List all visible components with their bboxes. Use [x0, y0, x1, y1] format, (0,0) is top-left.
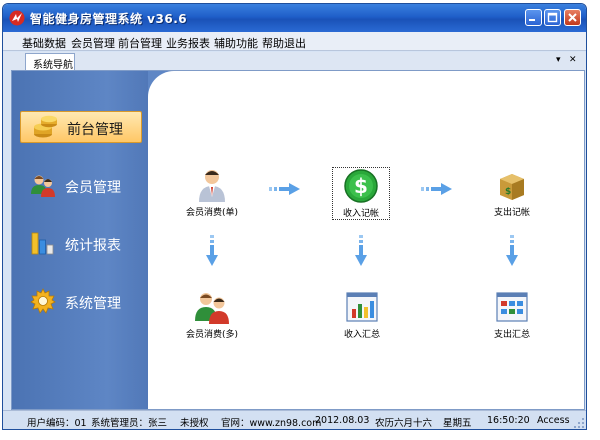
menu-member-management[interactable]: 会员管理: [71, 35, 115, 51]
tab-close-icon[interactable]: ✕: [569, 55, 577, 65]
node-label: 会员消费(单): [185, 208, 239, 218]
menu-basic-data[interactable]: 基础数据: [22, 35, 66, 51]
node-label: 会员消费(多): [185, 330, 239, 340]
sidebar-item-label: 系统管理: [65, 296, 121, 312]
minimize-icon: [529, 19, 535, 21]
menu-front-desk[interactable]: 前台管理: [118, 35, 162, 51]
sidebar-item-label: 会员管理: [65, 180, 121, 196]
svg-text:$: $: [505, 187, 511, 197]
members-icon: [31, 175, 55, 197]
status-admin: 系统管理员：张三: [91, 418, 168, 429]
menu-auxiliary[interactable]: 辅助功能: [214, 35, 258, 51]
node-label: 收入记帐: [333, 206, 389, 219]
node-member-consume-multi[interactable]: 会员消费(多): [172, 289, 252, 340]
flow-arrow-right: [421, 183, 452, 195]
status-website: 官网：www.zn98.com: [221, 418, 322, 429]
sidebar-item-label: 统计报表: [65, 238, 121, 254]
maximize-button[interactable]: [544, 9, 561, 26]
gear-icon: [30, 288, 56, 314]
window-title: 智能健身房管理系统 v36.6: [30, 12, 188, 26]
flow-arrow-right: [269, 183, 300, 195]
node-label: 支出记帐: [493, 208, 530, 218]
sidebar-item-front-desk[interactable]: 前台管理: [20, 111, 142, 143]
app-window: 智能健身房管理系统 v36.6 基础数据 会员管理 前台管理 业务报表 辅助功能…: [2, 3, 587, 430]
status-user-code: 用户编码：01: [27, 418, 87, 429]
status-time: 16:50:20: [487, 415, 530, 426]
dollar-coin-icon: $: [344, 169, 378, 203]
title-bar[interactable]: 智能健身房管理系统 v36.6: [3, 4, 586, 32]
close-icon: [568, 13, 577, 22]
node-income-summary[interactable]: 收入汇总: [322, 289, 402, 340]
menu-business-reports[interactable]: 业务报表: [166, 35, 210, 51]
status-database: Access: [537, 415, 570, 426]
flow-arrow-down: [206, 235, 218, 266]
node-income-bookkeeping[interactable]: $ 收入记帐: [332, 167, 390, 220]
single-member-icon: [199, 170, 225, 202]
status-date: 2012.08.03: [315, 415, 370, 426]
menu-help-exit[interactable]: 帮助退出: [262, 35, 306, 51]
tab-dropdown-icon[interactable]: ▾: [556, 55, 561, 65]
status-weekday: 星期五: [443, 418, 472, 429]
sidebar-item-statistics[interactable]: 统计报表: [12, 225, 148, 261]
coins-icon: [34, 115, 57, 138]
income-chart-icon: [346, 292, 378, 322]
status-lunar-date: 农历六月十六: [375, 418, 433, 429]
flow-arrow-down: [506, 235, 518, 266]
svg-text:$: $: [354, 174, 368, 198]
navigation-panel: 前台管理 会员管理 统计报表 系统管理 会员消费(单) $ 收入记帐 $ 支出记…: [11, 70, 585, 410]
money-box-icon: $: [500, 174, 524, 200]
bar-chart-icon: [31, 232, 54, 255]
node-expense-summary[interactable]: 支出汇总: [472, 289, 552, 340]
minimize-button[interactable]: [525, 9, 542, 26]
status-bar: 用户编码：01 系统管理员：张三 未授权 官网：www.zn98.com 201…: [3, 410, 586, 429]
tab-strip: 系统导航 ▾ ✕: [3, 52, 586, 71]
sidebar-item-system[interactable]: 系统管理: [12, 283, 148, 319]
close-button[interactable]: [564, 9, 581, 26]
node-member-consume-single[interactable]: 会员消费(单): [172, 167, 252, 218]
flow-arrow-down: [355, 235, 367, 266]
maximize-icon: [547, 12, 558, 23]
sidebar-item-members[interactable]: 会员管理: [12, 167, 148, 203]
node-expense-bookkeeping[interactable]: $ 支出记帐: [472, 167, 552, 218]
resize-grip-icon[interactable]: [573, 417, 585, 429]
expense-grid-icon: [496, 292, 528, 322]
tab-system-navigation[interactable]: 系统导航: [25, 53, 75, 71]
node-label: 收入汇总: [343, 330, 380, 340]
group-members-icon: [195, 293, 229, 324]
status-license: 未授权: [180, 418, 209, 429]
panel-corner: [148, 71, 178, 101]
sidebar: 前台管理 会员管理 统计报表 系统管理: [12, 71, 148, 409]
app-logo-icon: [9, 10, 25, 26]
flow-diagram: 会员消费(单) $ 收入记帐 $ 支出记帐 会员消费(多) 收入汇总 支出汇总: [148, 71, 584, 409]
menu-bar: 基础数据 会员管理 前台管理 业务报表 辅助功能 帮助退出: [3, 32, 586, 51]
sidebar-item-label: 前台管理: [67, 122, 123, 138]
node-label: 支出汇总: [493, 330, 530, 340]
